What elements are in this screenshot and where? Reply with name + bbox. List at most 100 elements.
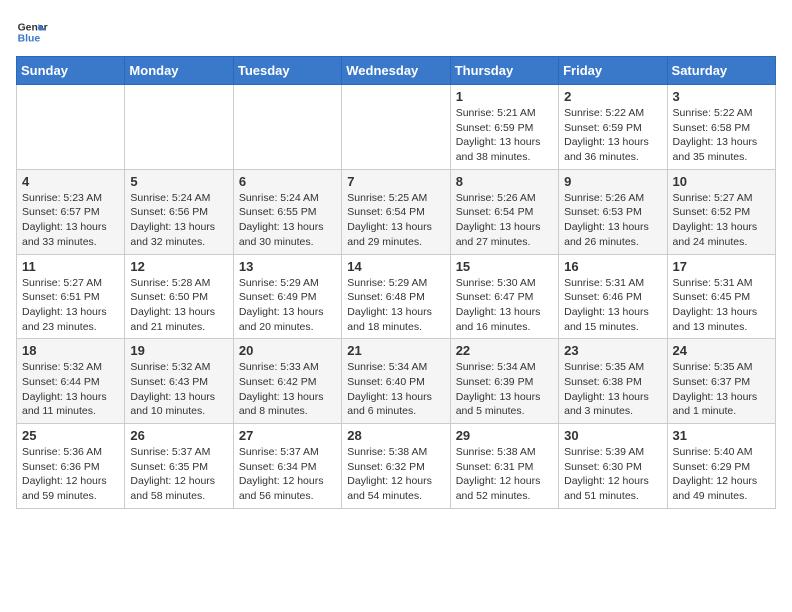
calendar-table: SundayMondayTuesdayWednesdayThursdayFrid…: [16, 56, 776, 509]
cell-content: Sunrise: 5:32 AM Sunset: 6:44 PM Dayligh…: [22, 360, 119, 419]
cell-content: Sunrise: 5:25 AM Sunset: 6:54 PM Dayligh…: [347, 191, 444, 250]
day-number: 16: [564, 259, 661, 274]
cell-content: Sunrise: 5:37 AM Sunset: 6:34 PM Dayligh…: [239, 445, 336, 504]
calendar-cell: 21Sunrise: 5:34 AM Sunset: 6:40 PM Dayli…: [342, 339, 450, 424]
cell-content: Sunrise: 5:31 AM Sunset: 6:46 PM Dayligh…: [564, 276, 661, 335]
calendar-cell: 15 Sunrise: 5:30 AM Sunset: 6:47 PM Dayli…: [450, 254, 558, 339]
cell-content: Sunrise: 5:26 AM Sunset: 6:54 PM Dayligh…: [456, 191, 553, 250]
cell-content: Sunrise: 5:37 AM Sunset: 6:35 PM Dayligh…: [130, 445, 227, 504]
cell-content: Sunrise: 5:23 AM Sunset: 6:57 PM Dayligh…: [22, 191, 119, 250]
calendar-cell: 3Sunrise: 5:22 AM Sunset: 6:58 PM Daylig…: [667, 85, 775, 170]
calendar-cell: [17, 85, 125, 170]
day-number: 11: [22, 259, 119, 274]
calendar-cell: 28Sunrise: 5:38 AM Sunset: 6:32 PM Dayli…: [342, 424, 450, 509]
logo: General Blue: [16, 16, 48, 48]
calendar-cell: 10 Sunrise: 5:27 AM Sunset: 6:52 PM Dayli…: [667, 169, 775, 254]
day-number: 22: [456, 343, 553, 358]
calendar-cell: 22 Sunrise: 5:34 AM Sunset: 6:39 PM Dayli…: [450, 339, 558, 424]
day-number: 4: [22, 174, 119, 189]
day-number: 20: [239, 343, 336, 358]
cell-content: Sunrise: 5:29 AM Sunset: 6:49 PM Dayligh…: [239, 276, 336, 335]
cell-content: Sunrise: 5:28 AM Sunset: 6:50 PM Dayligh…: [130, 276, 227, 335]
day-number: 26: [130, 428, 227, 443]
calendar-cell: 1 Sunrise: 5:21 AM Sunset: 6:59 PM Daylig…: [450, 85, 558, 170]
calendar-cell: 2 Sunrise: 5:22 AM Sunset: 6:59 PM Daylig…: [559, 85, 667, 170]
cell-content: Sunrise: 5:21 AM Sunset: 6:59 PM Dayligh…: [456, 106, 553, 165]
calendar-cell: 9Sunrise: 5:26 AM Sunset: 6:53 PM Daylig…: [559, 169, 667, 254]
calendar-cell: 16 Sunrise: 5:31 AM Sunset: 6:46 PM Dayli…: [559, 254, 667, 339]
day-number: 2: [564, 89, 661, 104]
calendar-cell: 18 Sunrise: 5:32 AM Sunset: 6:44 PM Dayli…: [17, 339, 125, 424]
cell-content: Sunrise: 5:22 AM Sunset: 6:59 PM Dayligh…: [564, 106, 661, 165]
calendar-cell: 6 Sunrise: 5:24 AM Sunset: 6:55 PM Daylig…: [233, 169, 341, 254]
cell-content: Sunrise: 5:34 AM Sunset: 6:39 PM Dayligh…: [456, 360, 553, 419]
day-number: 29: [456, 428, 553, 443]
svg-text:General: General: [18, 22, 48, 33]
calendar-cell: [342, 85, 450, 170]
day-number: 25: [22, 428, 119, 443]
day-number: 8: [456, 174, 553, 189]
calendar-cell: 19 Sunrise: 5:32 AM Sunset: 6:43 PM Dayli…: [125, 339, 233, 424]
cell-content: Sunrise: 5:24 AM Sunset: 6:56 PM Dayligh…: [130, 191, 227, 250]
cell-content: Sunrise: 5:39 AM Sunset: 6:30 PM Dayligh…: [564, 445, 661, 504]
day-number: 13: [239, 259, 336, 274]
cell-content: Sunrise: 5:33 AM Sunset: 6:42 PM Dayligh…: [239, 360, 336, 419]
day-number: 14: [347, 259, 444, 274]
calendar-cell: 23 Sunrise: 5:35 AM Sunset: 6:38 PM Dayli…: [559, 339, 667, 424]
cell-content: Sunrise: 5:26 AM Sunset: 6:53 PM Dayligh…: [564, 191, 661, 250]
weekday-header-monday: Monday: [125, 57, 233, 85]
week-row: 11 Sunrise: 5:27 AM Sunset: 6:51 PM Dayli…: [17, 254, 776, 339]
day-number: 6: [239, 174, 336, 189]
day-number: 18: [22, 343, 119, 358]
weekday-header-friday: Friday: [559, 57, 667, 85]
calendar-cell: 13 Sunrise: 5:29 AM Sunset: 6:49 PM Dayli…: [233, 254, 341, 339]
weekday-header-tuesday: Tuesday: [233, 57, 341, 85]
cell-content: Sunrise: 5:36 AM Sunset: 6:36 PM Dayligh…: [22, 445, 119, 504]
cell-content: Sunrise: 5:35 AM Sunset: 6:37 PM Dayligh…: [673, 360, 770, 419]
day-number: 30: [564, 428, 661, 443]
cell-content: Sunrise: 5:27 AM Sunset: 6:52 PM Dayligh…: [673, 191, 770, 250]
day-number: 10: [673, 174, 770, 189]
calendar-cell: 29 Sunrise: 5:38 AM Sunset: 6:31 PM Dayli…: [450, 424, 558, 509]
cell-content: Sunrise: 5:22 AM Sunset: 6:58 PM Dayligh…: [673, 106, 770, 165]
weekday-header-row: SundayMondayTuesdayWednesdayThursdayFrid…: [17, 57, 776, 85]
cell-content: Sunrise: 5:35 AM Sunset: 6:38 PM Dayligh…: [564, 360, 661, 419]
day-number: 15: [456, 259, 553, 274]
calendar-cell: 4 Sunrise: 5:23 AM Sunset: 6:57 PM Daylig…: [17, 169, 125, 254]
day-number: 17: [673, 259, 770, 274]
cell-content: Sunrise: 5:30 AM Sunset: 6:47 PM Dayligh…: [456, 276, 553, 335]
day-number: 24: [673, 343, 770, 358]
calendar-cell: 5Sunrise: 5:24 AM Sunset: 6:56 PM Daylig…: [125, 169, 233, 254]
day-number: 21: [347, 343, 444, 358]
day-number: 1: [456, 89, 553, 104]
calendar-cell: 27 Sunrise: 5:37 AM Sunset: 6:34 PM Dayli…: [233, 424, 341, 509]
calendar-cell: 17 Sunrise: 5:31 AM Sunset: 6:45 PM Dayli…: [667, 254, 775, 339]
page-header: General Blue: [16, 16, 776, 48]
week-row: 1 Sunrise: 5:21 AM Sunset: 6:59 PM Daylig…: [17, 85, 776, 170]
calendar-cell: 14Sunrise: 5:29 AM Sunset: 6:48 PM Dayli…: [342, 254, 450, 339]
cell-content: Sunrise: 5:24 AM Sunset: 6:55 PM Dayligh…: [239, 191, 336, 250]
week-row: 18 Sunrise: 5:32 AM Sunset: 6:44 PM Dayli…: [17, 339, 776, 424]
weekday-header-sunday: Sunday: [17, 57, 125, 85]
week-row: 25 Sunrise: 5:36 AM Sunset: 6:36 PM Dayli…: [17, 424, 776, 509]
calendar-cell: 12 Sunrise: 5:28 AM Sunset: 6:50 PM Dayli…: [125, 254, 233, 339]
day-number: 27: [239, 428, 336, 443]
calendar-cell: 26 Sunrise: 5:37 AM Sunset: 6:35 PM Dayli…: [125, 424, 233, 509]
calendar-cell: 24 Sunrise: 5:35 AM Sunset: 6:37 PM Dayli…: [667, 339, 775, 424]
cell-content: Sunrise: 5:38 AM Sunset: 6:32 PM Dayligh…: [347, 445, 444, 504]
day-number: 31: [673, 428, 770, 443]
day-number: 23: [564, 343, 661, 358]
calendar-cell: 31Sunrise: 5:40 AM Sunset: 6:29 PM Dayli…: [667, 424, 775, 509]
day-number: 19: [130, 343, 227, 358]
cell-content: Sunrise: 5:31 AM Sunset: 6:45 PM Dayligh…: [673, 276, 770, 335]
logo-icon: General Blue: [16, 16, 48, 48]
day-number: 12: [130, 259, 227, 274]
cell-content: Sunrise: 5:32 AM Sunset: 6:43 PM Dayligh…: [130, 360, 227, 419]
cell-content: Sunrise: 5:27 AM Sunset: 6:51 PM Dayligh…: [22, 276, 119, 335]
svg-text:Blue: Blue: [18, 34, 41, 45]
calendar-cell: 25 Sunrise: 5:36 AM Sunset: 6:36 PM Dayli…: [17, 424, 125, 509]
calendar-cell: [233, 85, 341, 170]
cell-content: Sunrise: 5:38 AM Sunset: 6:31 PM Dayligh…: [456, 445, 553, 504]
calendar-cell: 11 Sunrise: 5:27 AM Sunset: 6:51 PM Dayli…: [17, 254, 125, 339]
calendar-cell: 8 Sunrise: 5:26 AM Sunset: 6:54 PM Daylig…: [450, 169, 558, 254]
